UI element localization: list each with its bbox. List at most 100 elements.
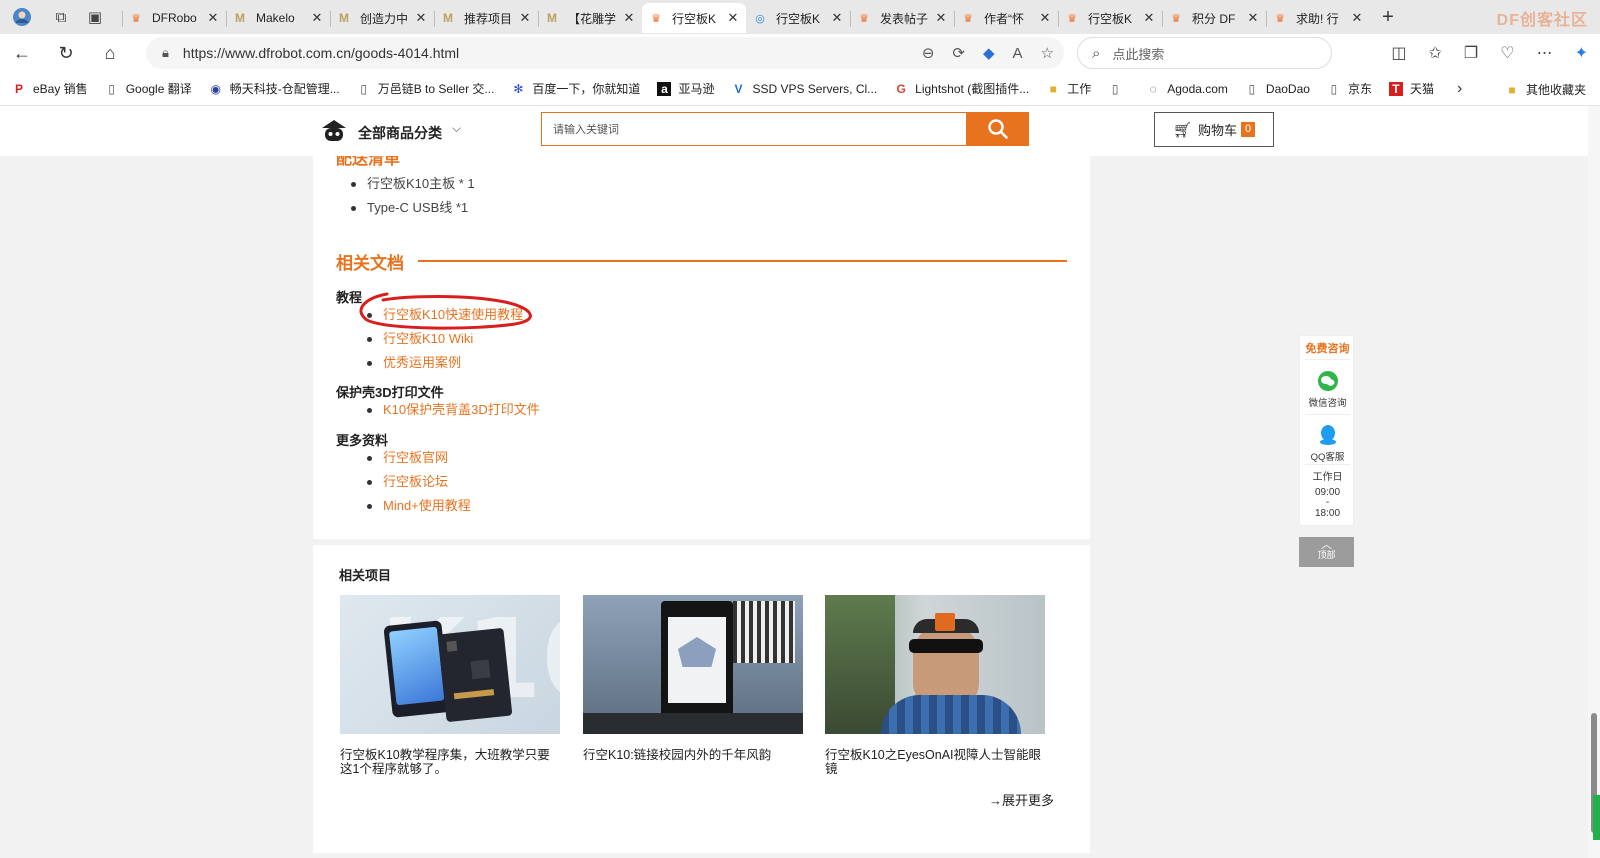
browser-tab[interactable]: M 推荐项目 ✕ xyxy=(434,3,538,33)
copilot-icon[interactable]: ✦ xyxy=(1575,43,1588,63)
doc-link[interactable]: K10保护壳背盖3D打印文件 xyxy=(367,398,540,422)
bookmark-item[interactable]: ▯ Google 翻译 xyxy=(105,80,191,97)
free-consult-label[interactable]: 免费咨询 xyxy=(1300,340,1355,356)
doc-link[interactable]: Mind+使用教程 xyxy=(367,494,471,518)
page-scrollbar[interactable] xyxy=(1588,106,1600,858)
browser-essentials-icon[interactable]: ♡ xyxy=(1500,43,1514,63)
doc-link[interactable]: 行空板官网 xyxy=(367,446,471,470)
favorite-star-icon[interactable]: ☆ xyxy=(1041,44,1054,62)
wechat-consult-button[interactable]: 微信咨询 xyxy=(1300,370,1355,409)
bookmark-item[interactable]: ◉ 畅天科技-仓配管理... xyxy=(209,80,339,97)
browser-tab[interactable]: ♛ 积分 DF ✕ xyxy=(1162,3,1266,33)
collections-icon[interactable]: ❐ xyxy=(1464,43,1478,63)
doc-link[interactable]: 行空板论坛 xyxy=(367,470,471,494)
browser-tab[interactable]: M Makelo ✕ xyxy=(226,3,330,33)
project-card[interactable]: 行空板K10之EyesOnAI视障人士智能眼镜 xyxy=(825,595,1045,776)
bookmark-item[interactable]: ▯ xyxy=(1108,82,1129,96)
tab-title[interactable]: 行空板K xyxy=(776,10,830,27)
bookmark-item[interactable]: V SSD VPS Servers, Cl... xyxy=(731,82,877,96)
bookmark-item[interactable]: ▯ 京东 xyxy=(1327,80,1372,97)
qq-service-button[interactable]: QQ客服 xyxy=(1300,424,1355,463)
workspaces-icon[interactable]: ⧉ xyxy=(44,0,78,34)
project-caption[interactable]: 行空板K10之EyesOnAI视障人士智能眼镜 xyxy=(825,748,1045,776)
browser-tab[interactable]: M 【花雕学 ✕ xyxy=(538,3,642,33)
bookmarks-overflow-chevron-icon[interactable]: › xyxy=(1457,80,1462,98)
bookmark-item[interactable]: T 天猫 xyxy=(1388,80,1434,97)
close-tab-icon[interactable]: ✕ xyxy=(1350,10,1364,26)
read-aloud-icon[interactable]: A xyxy=(1013,45,1023,62)
other-bookmarks[interactable]: ■ 其他收藏夹 xyxy=(1505,81,1586,98)
tab-title[interactable]: 推荐项目 xyxy=(464,10,518,27)
profile-icon[interactable] xyxy=(0,0,44,34)
close-tab-icon[interactable]: ✕ xyxy=(830,10,844,26)
browser-tab[interactable]: ♛ DFRobo ✕ xyxy=(122,3,226,33)
close-tab-icon[interactable]: ✕ xyxy=(414,10,428,26)
browser-tab[interactable]: ♛ 求助! 行 ✕ xyxy=(1266,3,1370,33)
close-tab-icon[interactable]: ✕ xyxy=(1038,10,1052,26)
tab-title[interactable]: 【花雕学 xyxy=(568,10,622,27)
all-categories-label[interactable]: 全部商品分类 xyxy=(358,123,442,143)
browser-tab[interactable]: ♛ 行空板K ✕ xyxy=(642,3,746,33)
tab-title[interactable]: 作者“怀 xyxy=(984,10,1038,27)
doc-link[interactable]: 行空板K10 Wiki xyxy=(366,327,523,351)
tab-title[interactable]: 行空板K xyxy=(1088,10,1142,27)
project-caption[interactable]: 行空板K10教学程序集，大班教学只要这1个程序就够了。 xyxy=(340,748,560,776)
tab-title[interactable]: 积分 DF xyxy=(1192,10,1246,27)
bookmark-item[interactable]: a 亚马逊 xyxy=(657,80,714,97)
browser-tab[interactable]: ♛ 发表帖子 ✕ xyxy=(850,3,954,33)
url-text[interactable]: https://www.dfrobot.com.cn/goods-4014.ht… xyxy=(183,45,459,61)
project-card[interactable]: 行空K10:链接校园内外的千年风韵 xyxy=(583,595,803,762)
bookmark-item[interactable]: ✻ 百度一下，你就知道 xyxy=(511,80,640,97)
more-menu-icon[interactable]: ⋯ xyxy=(1537,43,1553,63)
site-search-button[interactable] xyxy=(966,112,1029,146)
close-tab-icon[interactable]: ✕ xyxy=(1142,10,1156,26)
project-caption[interactable]: 行空K10:链接校园内外的千年风韵 xyxy=(583,748,803,762)
favorites-icon[interactable]: ✩ xyxy=(1429,43,1442,63)
browser-tab[interactable]: ♛ 作者“怀 ✕ xyxy=(954,3,1058,33)
close-tab-icon[interactable]: ✕ xyxy=(206,10,220,26)
bookmark-item[interactable]: PeBay 销售 xyxy=(12,80,88,97)
browser-tab[interactable]: ♛ 行空板K ✕ xyxy=(1058,3,1162,33)
coupon-tag-icon[interactable]: ◆ xyxy=(983,44,995,62)
project-card[interactable]: K10 行空板K10教学程序集，大班教学只要这1个程序就够了。 xyxy=(340,595,560,776)
close-tab-icon[interactable]: ✕ xyxy=(726,10,740,26)
robot-logo-icon[interactable] xyxy=(319,116,349,146)
tab-title[interactable]: Makelo xyxy=(256,11,310,25)
browser-search-field[interactable]: ⌕ 点此搜索 xyxy=(1077,37,1332,69)
site-search-input[interactable]: 请输入关键词 xyxy=(541,112,966,146)
cart-button[interactable]: 🛒︎ 购物车 0 xyxy=(1154,112,1274,147)
close-tab-icon[interactable]: ✕ xyxy=(1246,10,1260,26)
browser-tab[interactable]: ◎ 行空板K ✕ xyxy=(746,3,850,33)
bookmark-item[interactable]: ■ 工作 xyxy=(1046,80,1092,97)
reload-alt-icon[interactable]: ⟳ xyxy=(952,44,965,62)
lock-icon[interactable]: 🔒︎ xyxy=(162,45,169,61)
tab-title[interactable]: 发表帖子 xyxy=(880,10,934,27)
project-thumbnail-pavilion[interactable] xyxy=(583,595,803,734)
new-tab-button[interactable]: + xyxy=(1370,0,1406,34)
bookmark-item[interactable]: G Lightshot (截图插件... xyxy=(894,80,1029,97)
tab-title[interactable]: 求助! 行 xyxy=(1296,10,1350,27)
doc-link[interactable]: 优秀运用案例 xyxy=(366,351,523,375)
zoom-out-icon[interactable]: ⊖ xyxy=(922,44,935,62)
split-screen-icon[interactable]: ◫ xyxy=(1391,43,1406,63)
browser-tab[interactable]: M 创造力中 ✕ xyxy=(330,3,434,33)
refresh-button[interactable]: ↻ xyxy=(44,34,88,72)
project-thumbnail-eyesonai[interactable] xyxy=(825,595,1045,734)
close-tab-icon[interactable]: ✕ xyxy=(934,10,948,26)
bookmark-item[interactable]: ▯ 万邑链B to Seller 交... xyxy=(357,80,494,97)
chevron-down-icon[interactable]: ⌵ xyxy=(452,121,461,136)
expand-more-link[interactable]: →展开更多 xyxy=(989,790,1054,809)
bookmark-item[interactable]: ◌ Agoda.com xyxy=(1146,82,1228,96)
back-to-top-button[interactable]: ︿ 顶部 xyxy=(1299,537,1354,567)
bookmark-item[interactable]: ▯ DaoDao xyxy=(1245,82,1310,96)
home-button[interactable]: ⌂ xyxy=(88,34,132,72)
project-thumbnail-k10-board[interactable]: K10 xyxy=(340,595,560,734)
url-field[interactable]: 🔒︎ https://www.dfrobot.com.cn/goods-4014… xyxy=(146,37,1064,69)
back-button[interactable]: ← xyxy=(0,34,44,72)
close-tab-icon[interactable]: ✕ xyxy=(310,10,324,26)
doc-link[interactable]: 行空板K10快速使用教程 xyxy=(366,303,523,327)
tab-title[interactable]: 创造力中 xyxy=(360,10,414,27)
close-tab-icon[interactable]: ✕ xyxy=(518,10,532,26)
tab-title[interactable]: 行空板K xyxy=(672,10,726,27)
close-tab-icon[interactable]: ✕ xyxy=(622,10,636,26)
